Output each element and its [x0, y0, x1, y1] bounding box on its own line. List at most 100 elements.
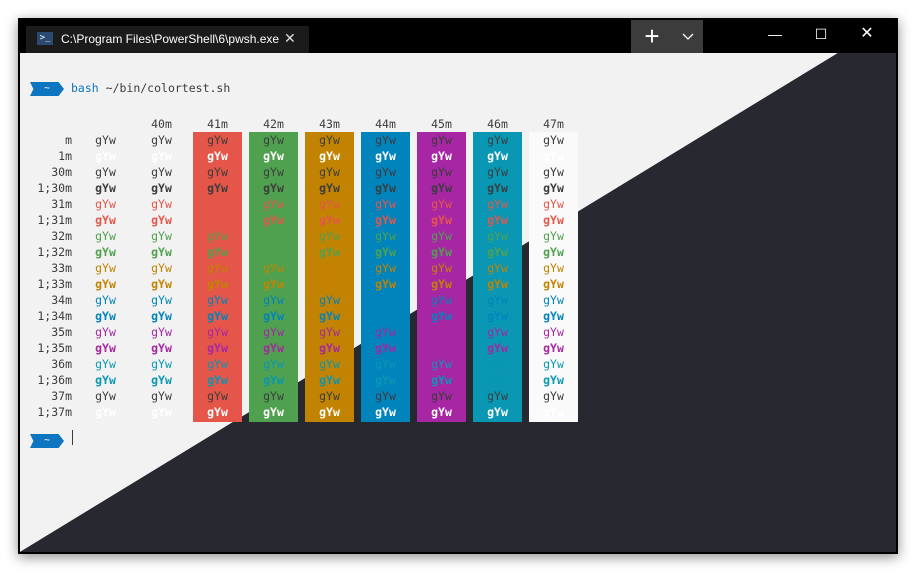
- sample-cell: gYw: [487, 309, 508, 323]
- sample-cell: gYw: [487, 277, 508, 291]
- sample-cell: gYw: [151, 293, 172, 307]
- sample-cell: gYw: [319, 181, 340, 195]
- tab-title: C:\Program Files\PowerShell\6\pwsh.exe: [61, 32, 280, 46]
- sample-cell: gYw: [207, 165, 228, 179]
- sample-cell: gYw: [487, 357, 508, 371]
- sample-cell: gYw: [151, 261, 172, 275]
- close-window-button[interactable]: ✕: [844, 18, 890, 50]
- sample-cell: gYw: [431, 133, 452, 147]
- row-label: 1m: [58, 149, 72, 163]
- sample-cell: gYw: [543, 261, 564, 275]
- sample-cell: gYw: [431, 229, 452, 243]
- row-label: 34m: [51, 293, 72, 307]
- column-header: 44m: [375, 117, 396, 131]
- row-label: 33m: [51, 261, 72, 275]
- row-label: m: [65, 133, 72, 147]
- sample-cell: gYw: [319, 229, 340, 243]
- command-name: bash: [71, 81, 99, 95]
- prompt-badge: ~: [30, 82, 64, 96]
- sample-cell: gYw: [207, 309, 228, 323]
- sample-cell: gYw: [375, 341, 396, 355]
- row-label: 1;36m: [37, 373, 72, 387]
- sample-cell: gYw: [487, 181, 508, 195]
- sample-cell: gYw: [431, 389, 452, 403]
- sample-cell: gYw: [151, 245, 172, 259]
- sample-cell: gYw: [375, 261, 396, 275]
- column-header: 43m: [319, 117, 340, 131]
- row-label: 31m: [51, 197, 72, 211]
- sample-cell: gYw: [207, 261, 228, 275]
- sample-cell: gYw: [95, 181, 116, 195]
- prompt-badge-current: ~: [30, 434, 64, 448]
- maximize-button[interactable]: ☐: [798, 18, 844, 50]
- sample-cell: gYw: [487, 245, 508, 259]
- sample-cell: gYw: [95, 373, 116, 387]
- sample-cell: gYw: [207, 245, 228, 259]
- sample-cell: gYw: [375, 325, 396, 339]
- sample-cell: gYw: [543, 293, 564, 307]
- sample-cell: gYw: [263, 261, 284, 275]
- sample-cell: gYw: [431, 373, 452, 387]
- row-label: 1;30m: [37, 181, 72, 195]
- sample-cell: gYw: [543, 197, 564, 211]
- sample-cell: gYw: [431, 293, 452, 307]
- sample-cell: gYw: [543, 213, 564, 227]
- sample-cell: gYw: [431, 181, 452, 195]
- sample-cell: gYw: [375, 181, 396, 195]
- sample-cell: gYw: [151, 309, 172, 323]
- sample-cell: gYw: [263, 133, 284, 147]
- sample-cell: gYw: [487, 373, 508, 387]
- sample-cell: gYw: [207, 197, 228, 211]
- sample-cell: gYw: [263, 181, 284, 195]
- sample-cell: gYw: [543, 373, 564, 387]
- sample-cell: gYw: [319, 133, 340, 147]
- row-label: 1;32m: [37, 245, 72, 259]
- sample-cell: gYw: [263, 357, 284, 371]
- sample-cell: gYw: [543, 389, 564, 403]
- powershell-icon: >_: [37, 32, 53, 45]
- sample-cell: gYw: [543, 325, 564, 339]
- row-label: 36m: [51, 357, 72, 371]
- chevron-down-icon[interactable]: [673, 20, 703, 53]
- sample-cell: gYw: [263, 213, 284, 227]
- column-header: 45m: [431, 117, 452, 131]
- sample-cell: gYw: [95, 133, 116, 147]
- sample-cell: gYw: [543, 149, 564, 163]
- sample-cell: gYw: [543, 245, 564, 259]
- minimize-button[interactable]: —: [752, 18, 798, 50]
- sample-cell: gYw: [95, 389, 116, 403]
- sample-cell: gYw: [431, 357, 452, 371]
- sample-cell: gYw: [151, 405, 172, 419]
- sample-cell: gYw: [319, 197, 340, 211]
- sample-cell: gYw: [375, 213, 396, 227]
- sample-cell: gYw: [431, 165, 452, 179]
- sample-cell: gYw: [151, 277, 172, 291]
- column-header: 40m: [151, 117, 172, 131]
- column-header: 41m: [207, 117, 228, 131]
- terminal-window: >_ C:\Program Files\PowerShell\6\pwsh.ex…: [18, 18, 898, 554]
- sample-cell: gYw: [151, 229, 172, 243]
- sample-cell: gYw: [375, 165, 396, 179]
- new-tab-button[interactable]: +: [631, 20, 673, 53]
- sample-cell: gYw: [263, 197, 284, 211]
- sample-cell: gYw: [95, 357, 116, 371]
- sample-cell: gYw: [431, 277, 452, 291]
- sample-cell: gYw: [319, 165, 340, 179]
- terminal-content[interactable]: ~ bash ~/bin/colortest.sh 40m 41m 42m 43m 44…: [20, 53, 896, 552]
- row-label: 1;37m: [37, 405, 72, 419]
- row-label: 37m: [51, 389, 72, 403]
- row-label: 1;31m: [37, 213, 72, 227]
- sample-cell: gYw: [263, 229, 284, 243]
- row-label: 35m: [51, 325, 72, 339]
- sample-cell: gYw: [431, 325, 452, 339]
- sample-cell: gYw: [263, 341, 284, 355]
- sample-cell: gYw: [263, 277, 284, 291]
- sample-cell: gYw: [375, 197, 396, 211]
- tab-close-icon[interactable]: ✕: [284, 30, 296, 47]
- sample-cell: gYw: [375, 389, 396, 403]
- sample-cell: gYw: [375, 229, 396, 243]
- sample-cell: gYw: [263, 405, 284, 419]
- sample-cell: gYw: [319, 373, 340, 387]
- sample-cell: gYw: [263, 293, 284, 307]
- tab-pwsh[interactable]: >_ C:\Program Files\PowerShell\6\pwsh.ex…: [26, 26, 309, 53]
